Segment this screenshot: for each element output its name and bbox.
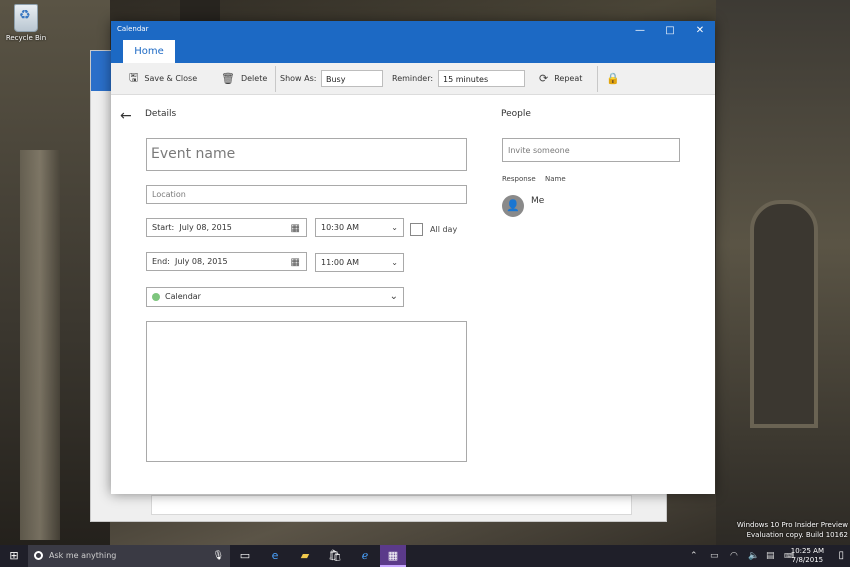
start-time-value: 10:30 AM bbox=[321, 223, 359, 232]
delete-label: Delete bbox=[240, 74, 268, 83]
delete-button[interactable]: 🗑 Delete bbox=[221, 63, 267, 94]
end-label: End: bbox=[152, 257, 170, 266]
save-close-button[interactable]: 🖫 Save & Close bbox=[129, 63, 197, 94]
calendar-dropdown[interactable]: Calendar ⌄ bbox=[146, 287, 404, 307]
cortana-icon bbox=[34, 551, 43, 560]
avatar: 👤 bbox=[502, 195, 524, 217]
taskbar: ⊞ Ask me anything 🎙 ▭ e ▰ 🛍 ℯ ▦ ⌃ ▭ ◠ 🔈 … bbox=[0, 545, 850, 567]
system-clock[interactable]: 10:25 AM 7/8/2015 bbox=[791, 547, 824, 565]
internet-explorer-icon[interactable]: ℯ bbox=[352, 545, 378, 567]
name-column-header: Name bbox=[545, 175, 566, 183]
toolbar-divider bbox=[275, 66, 276, 92]
clock-date: 7/8/2015 bbox=[791, 556, 824, 564]
all-day-label: All day bbox=[430, 225, 458, 234]
clock-time: 10:25 AM bbox=[790, 547, 824, 555]
calendar-icon: ▦ bbox=[290, 223, 300, 234]
title-bar[interactable]: Calendar — □ ✕ bbox=[111, 21, 715, 40]
chevron-down-icon: ⌄ bbox=[391, 258, 398, 267]
start-label: Start: bbox=[152, 223, 175, 232]
attendee-name: Me bbox=[531, 196, 545, 206]
edge-browser-icon[interactable]: e bbox=[262, 545, 288, 567]
reminder-dropdown[interactable]: 15 minutes bbox=[438, 70, 525, 87]
back-arrow-icon[interactable]: ← bbox=[120, 108, 132, 124]
watermark-line-1: Windows 10 Pro Insider Preview bbox=[736, 521, 848, 529]
start-time-dropdown[interactable]: 10:30 AM ⌄ bbox=[315, 218, 404, 237]
volume-icon[interactable]: 🔈 bbox=[748, 545, 759, 567]
start-date-value: July 08, 2015 bbox=[179, 223, 232, 232]
details-heading: Details bbox=[145, 109, 177, 119]
watermark-line-2: Evaluation copy. Build 10162 bbox=[746, 531, 848, 539]
calendar-app-icon[interactable]: ▦ bbox=[380, 545, 406, 567]
search-placeholder: Ask me anything bbox=[49, 551, 117, 560]
wallpaper-arch bbox=[750, 200, 818, 428]
repeat-button[interactable]: ⟳ Repeat bbox=[539, 63, 582, 94]
all-day-checkbox[interactable] bbox=[410, 223, 423, 236]
notifications-icon[interactable]: ▯ bbox=[838, 545, 844, 567]
lock-icon: 🔒 bbox=[606, 72, 620, 85]
search-box[interactable]: Ask me anything 🎙 bbox=[28, 545, 230, 567]
event-window: Calendar — □ ✕ Home 🖫 Save & Close 🗑 Del… bbox=[111, 21, 715, 494]
show-as-dropdown[interactable]: Busy bbox=[321, 70, 383, 87]
microphone-icon[interactable]: 🎙 bbox=[213, 545, 224, 567]
location-input[interactable]: Location bbox=[146, 185, 467, 204]
task-view-icon[interactable]: ▭ bbox=[232, 545, 258, 567]
start-date-picker[interactable]: Start: July 08, 2015 ▦ bbox=[146, 218, 307, 237]
invite-someone-input[interactable]: Invite someone bbox=[502, 138, 680, 162]
tab-home[interactable]: Home bbox=[123, 40, 175, 63]
recycle-bin-shortcut[interactable]: Recycle Bin bbox=[4, 4, 48, 42]
maximize-button[interactable]: □ bbox=[655, 21, 685, 40]
people-heading: People bbox=[501, 109, 531, 119]
save-icon: 🖫 bbox=[129, 71, 139, 84]
show-as-label: Show As: bbox=[280, 74, 317, 83]
toolbar-divider bbox=[597, 66, 598, 92]
close-button[interactable]: ✕ bbox=[685, 21, 715, 40]
file-explorer-icon[interactable]: ▰ bbox=[292, 545, 318, 567]
calendar-icon: ▦ bbox=[290, 257, 300, 268]
calendar-value: Calendar bbox=[165, 292, 201, 301]
end-time-dropdown[interactable]: 11:00 AM ⌄ bbox=[315, 253, 404, 272]
toolbar: 🖫 Save & Close 🗑 Delete Show As: Busy Re… bbox=[111, 63, 715, 95]
private-button[interactable]: 🔒 bbox=[606, 63, 626, 94]
event-name-input[interactable]: Event name bbox=[146, 138, 467, 171]
start-button[interactable]: ⊞ bbox=[0, 545, 28, 567]
store-icon[interactable]: 🛍 bbox=[322, 545, 348, 567]
chevron-down-icon: ⌄ bbox=[389, 291, 398, 302]
trash-icon: 🗑 bbox=[221, 72, 235, 85]
action-center-icon[interactable]: ▤ bbox=[766, 545, 775, 567]
end-date-value: July 08, 2015 bbox=[175, 257, 228, 266]
end-date-picker[interactable]: End: July 08, 2015 ▦ bbox=[146, 252, 307, 271]
response-column-header: Response bbox=[502, 175, 536, 183]
reminder-label: Reminder: bbox=[392, 74, 434, 83]
recycle-bin-label: Recycle Bin bbox=[5, 34, 47, 42]
windows-logo-icon: ⊞ bbox=[9, 549, 19, 562]
minimize-button[interactable]: — bbox=[625, 21, 655, 40]
show-hidden-icons-icon[interactable]: ⌃ bbox=[690, 545, 698, 567]
window-title: Calendar bbox=[117, 25, 149, 33]
wallpaper-pillar bbox=[20, 150, 60, 540]
window-controls: — □ ✕ bbox=[625, 21, 715, 40]
event-notes-textarea[interactable] bbox=[146, 321, 467, 462]
chevron-down-icon: ⌄ bbox=[391, 223, 398, 232]
build-watermark: Windows 10 Pro Insider Preview Evaluatio… bbox=[737, 520, 848, 540]
save-close-label: Save & Close bbox=[144, 74, 198, 83]
repeat-icon: ⟳ bbox=[539, 72, 549, 85]
ribbon-tabs: Home bbox=[111, 40, 715, 63]
wifi-icon[interactable]: ◠ bbox=[730, 545, 738, 567]
calendar-color-dot bbox=[152, 292, 160, 301]
wallpaper-sign bbox=[180, 0, 220, 22]
event-form: ← Details Event name Location Start: Jul… bbox=[111, 94, 715, 494]
recycle-bin-icon bbox=[14, 4, 38, 32]
repeat-label: Repeat bbox=[554, 74, 583, 83]
background-window-strip bbox=[151, 495, 632, 515]
end-time-value: 11:00 AM bbox=[321, 258, 359, 267]
battery-icon[interactable]: ▭ bbox=[710, 545, 719, 567]
